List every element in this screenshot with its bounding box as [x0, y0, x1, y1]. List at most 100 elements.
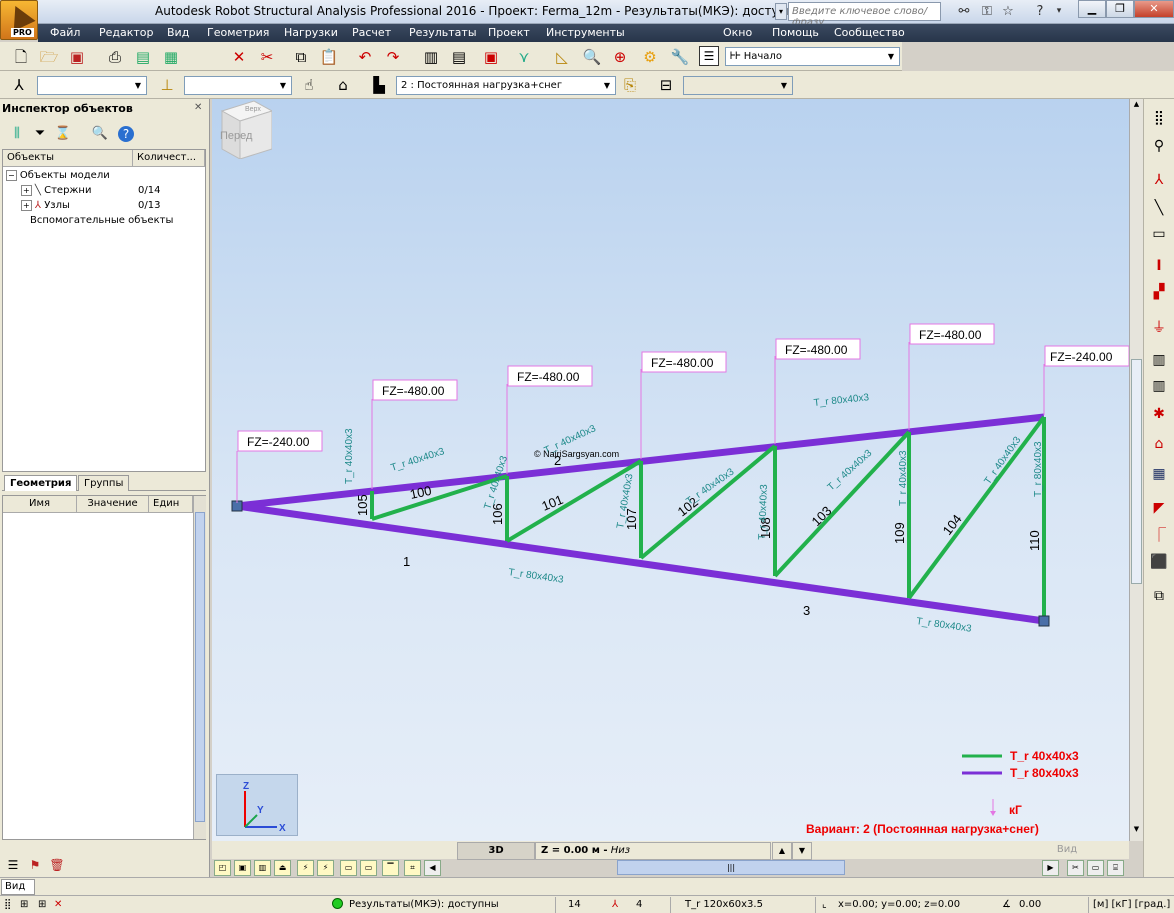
release-status-icon[interactable]: ✕ [54, 899, 62, 910]
select-tool-icon[interactable]: ☝ [298, 74, 320, 96]
support-icon[interactable]: ⅄ [1148, 169, 1170, 191]
view-tool-icon[interactable]: ▭ [360, 860, 377, 876]
unit-column-header[interactable]: Един [149, 496, 193, 513]
menu-project[interactable]: Проект [488, 26, 530, 39]
snap-icon[interactable]: ⊞ [20, 899, 28, 910]
bar-selection-input[interactable]: ▼ [184, 76, 292, 95]
value-column-header[interactable]: Значение [77, 496, 149, 513]
tree-item-nodes[interactable]: + ⅄ Узлы [21, 200, 70, 211]
material-icon[interactable]: ▞ [1148, 281, 1170, 303]
tree-item-aux[interactable]: Вспомогательные объекты [30, 215, 173, 226]
minimize-button[interactable]: ▁ [1078, 0, 1106, 18]
trash-icon[interactable]: 🗑 [46, 854, 68, 876]
collapse-icon[interactable]: − [6, 170, 17, 181]
layout-icon[interactable]: ☰ [699, 46, 719, 66]
steel-design-icon[interactable]: ◤ [1148, 497, 1170, 519]
nodes-grid-icon[interactable]: ⣿ [1148, 107, 1170, 129]
view-tool-icon[interactable]: ▭ [340, 860, 357, 876]
list-icon[interactable]: ☰ [2, 854, 24, 876]
binoculars-icon[interactable]: ⚯ [955, 3, 973, 20]
help-dropdown-icon[interactable]: ▾ [1050, 3, 1068, 20]
tab-geometry[interactable]: Геометрия [4, 475, 78, 491]
mode-select[interactable]: ▼ [683, 76, 793, 95]
help-icon[interactable]: ? [1031, 3, 1049, 20]
view-tool-icon[interactable]: ▣ [234, 860, 251, 876]
view-tool-icon[interactable]: ▔ [382, 860, 399, 876]
work-plane-field[interactable]: Z = 0.00 м - Низ [535, 842, 771, 860]
select-bar-icon[interactable]: ⊥ [156, 74, 178, 96]
menu-help[interactable]: Помощь [772, 26, 819, 39]
print-icon[interactable]: ⎙ [104, 46, 126, 68]
restore-button[interactable]: ❐ [1106, 0, 1134, 18]
rc-design-icon[interactable]: ⬛ [1148, 551, 1170, 573]
display-option-icon[interactable]: ⌸ [1107, 860, 1124, 876]
delete-icon[interactable]: ✕ [228, 46, 250, 68]
table-icon[interactable]: ▤ [448, 46, 470, 68]
diagonal-103[interactable] [773, 430, 911, 578]
redo-icon[interactable]: ↷ [382, 46, 404, 68]
menu-analysis[interactable]: Расчет [352, 26, 391, 39]
scroll-up-icon[interactable]: ▲ [1131, 100, 1142, 112]
key-icon[interactable]: ⚿ [978, 3, 996, 20]
menu-edit[interactable]: Редактор [99, 26, 154, 39]
command-input[interactable]: Вид [1, 879, 35, 895]
new-file-icon[interactable]: 🗋 [10, 46, 32, 68]
copy-icon[interactable]: ⧉ [290, 46, 312, 68]
profile-icon[interactable]: I [1148, 255, 1170, 277]
structure-model-icon[interactable]: ⋎ [513, 46, 535, 68]
frame-icon[interactable]: ▥ [1148, 349, 1170, 371]
viewport-vertical-scrollbar[interactable]: ▲ ▼ [1129, 99, 1143, 841]
view-tool-icon[interactable]: ▥ [254, 860, 271, 876]
count-column-header[interactable]: Количест... [133, 150, 205, 167]
scrollbar-thumb[interactable] [195, 512, 205, 822]
tab-groups[interactable]: Группы [78, 475, 130, 491]
scrollbar-thumb[interactable] [1131, 359, 1142, 584]
load-case-select[interactable]: 2 : Постоянная нагрузка+снег ▼ [396, 76, 616, 95]
units-display[interactable]: [м] [кГ] [град.] [1093, 899, 1170, 910]
support-right[interactable] [1038, 615, 1050, 627]
globe-icon[interactable]: ⊕ [609, 46, 631, 68]
gear-icon[interactable]: ⚙ [639, 46, 661, 68]
view-mode-button[interactable]: 3D [457, 842, 535, 860]
save-icon[interactable]: ▣ [66, 46, 88, 68]
table-icon[interactable]: ▦ [1148, 463, 1170, 485]
menu-window[interactable]: Окно [723, 26, 752, 39]
tree-item-bars[interactable]: + ╲ Стержни [21, 185, 91, 196]
menu-file[interactable]: Файл [50, 26, 80, 39]
zoom-icon[interactable]: 🔍 [581, 46, 603, 68]
find-icon[interactable]: 🔍 [89, 123, 111, 145]
search-options-icon[interactable]: ▾ [775, 3, 787, 20]
measure-icon[interactable]: ◺ [551, 46, 573, 68]
mode-icon[interactable]: ⎘ [619, 74, 641, 96]
section-icon[interactable]: ▭ [1148, 223, 1170, 245]
menu-results[interactable]: Результаты [409, 26, 477, 39]
view-tool-icon[interactable]: ⚡ [317, 860, 334, 876]
model-viewport[interactable]: FZ=-240.00 FZ=-480.00 FZ=-480.00 FZ=-480… [212, 99, 1129, 841]
plane-down-icon[interactable]: ▼ [792, 842, 812, 860]
star-icon[interactable]: ☆ [999, 3, 1017, 20]
paste-icon[interactable]: 📋 [318, 46, 340, 68]
view-cube[interactable]: Верх Перед [212, 99, 272, 159]
objects-column-header[interactable]: Объекты [3, 150, 133, 167]
menu-geometry[interactable]: Геометрия [207, 26, 269, 39]
wrench-icon[interactable]: 🔧 [669, 46, 691, 68]
scroll-left-icon[interactable]: ◀ [424, 860, 441, 876]
nodes-icon[interactable]: ⊞ [38, 899, 46, 910]
help-icon[interactable]: ? [118, 126, 134, 142]
expand-icon[interactable]: + [21, 200, 32, 211]
view-tool-icon[interactable]: ◰ [214, 860, 231, 876]
undo-icon[interactable]: ↶ [354, 46, 376, 68]
layout-select[interactable]: ᎰᎰ Начало ▼ [725, 47, 900, 66]
diagonal-104[interactable] [907, 415, 1046, 600]
view-tool-icon[interactable]: ⚡ [297, 860, 314, 876]
display-option-icon[interactable]: ✂ [1067, 860, 1084, 876]
print-preview-icon[interactable]: ▤ [132, 46, 154, 68]
expand-icon[interactable]: + [21, 185, 32, 196]
beam-icon[interactable]: ⎾ [1148, 525, 1170, 547]
menu-community[interactable]: Сообщество [834, 26, 905, 39]
combination-icon[interactable]: ⊟ [655, 74, 677, 96]
select-node-icon[interactable]: ⅄ [8, 74, 30, 96]
calc-report-icon[interactable]: ▣ [480, 46, 502, 68]
display-option-icon[interactable]: ▭ [1087, 860, 1104, 876]
bar-icon[interactable]: ╲ [1148, 197, 1170, 219]
